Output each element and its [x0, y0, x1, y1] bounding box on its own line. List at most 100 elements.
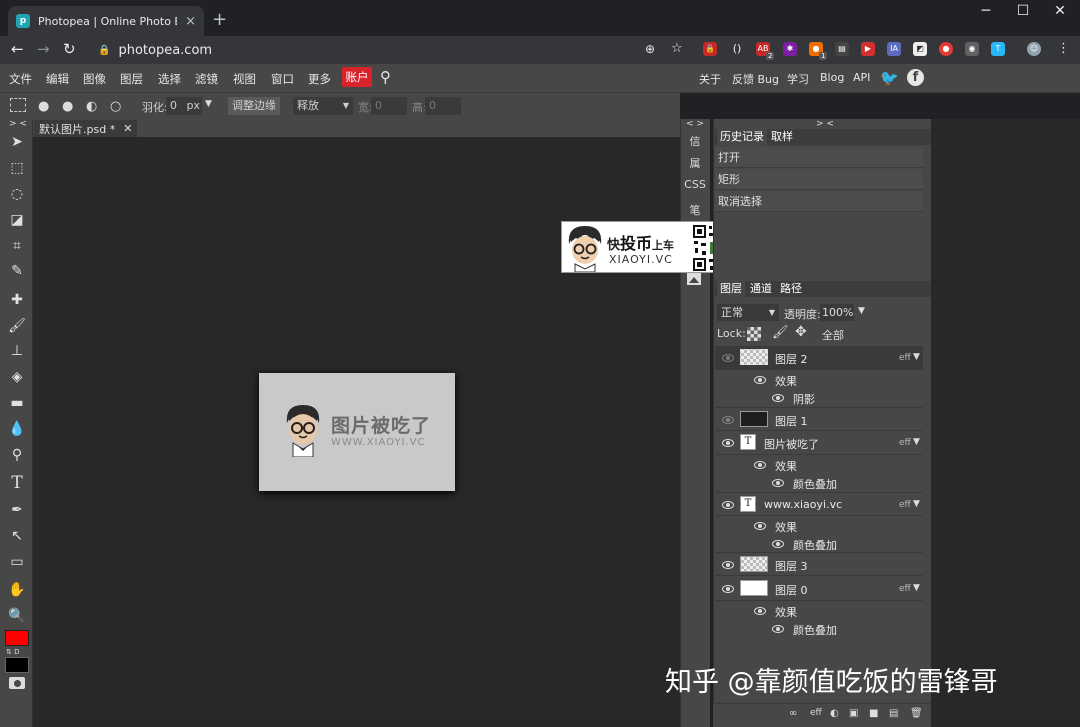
- extension-translate-icon[interactable]: T: [991, 42, 1005, 56]
- effects-row[interactable]: 效果: [715, 517, 923, 535]
- new-layer-icon[interactable]: ▤: [889, 708, 898, 719]
- layer-expand-icon[interactable]: ▼: [913, 499, 920, 509]
- menu-window[interactable]: 窗口: [271, 71, 294, 87]
- facebook-icon[interactable]: f: [907, 69, 924, 86]
- visibility-eye-icon[interactable]: [722, 501, 734, 509]
- quick-mask-icon[interactable]: [9, 677, 25, 689]
- menu-more[interactable]: 更多: [308, 71, 331, 87]
- collapse-mini-toggle[interactable]: < >: [680, 119, 710, 129]
- extension-record-icon[interactable]: ●: [939, 42, 953, 56]
- effect-eye-icon[interactable]: [772, 479, 784, 487]
- menu-api[interactable]: API: [853, 71, 870, 84]
- layer-mask-icon[interactable]: ▣: [849, 708, 858, 719]
- tab-close-icon[interactable]: ×: [185, 14, 196, 29]
- zoom-tool-icon[interactable]: 🔍: [6, 605, 28, 627]
- layer-row[interactable]: 图层 2 eff ▼: [715, 346, 923, 370]
- layer-eff-badge[interactable]: eff: [899, 353, 911, 363]
- new-group-icon[interactable]: ■: [869, 708, 878, 719]
- eraser-icon[interactable]: ◈: [6, 366, 28, 388]
- menu-image[interactable]: 图像: [83, 71, 106, 87]
- menu-learn[interactable]: 学习: [787, 71, 809, 87]
- height-input[interactable]: 0: [425, 97, 461, 115]
- blur-icon[interactable]: 💧: [6, 418, 28, 440]
- visibility-eye-icon[interactable]: [722, 561, 734, 569]
- pen-tool-icon[interactable]: ✒: [6, 499, 28, 521]
- layer-eff-badge[interactable]: eff: [899, 500, 911, 510]
- effect-eye-icon[interactable]: [772, 540, 784, 548]
- effect-eye-icon[interactable]: [772, 625, 784, 633]
- image-panel-icon[interactable]: [687, 273, 701, 285]
- menu-filter[interactable]: 滤镜: [195, 71, 218, 87]
- extension-paren-icon[interactable]: (): [730, 42, 744, 56]
- mini-brush[interactable]: 笔: [680, 202, 710, 218]
- effects-eye-icon[interactable]: [754, 607, 766, 615]
- document-tab-close-icon[interactable]: ✕: [123, 122, 132, 135]
- document-tab[interactable]: 默认图片.psd * ✕: [34, 120, 138, 137]
- menu-blog[interactable]: Blog: [820, 71, 844, 84]
- history-item[interactable]: 打开: [715, 147, 923, 168]
- lock-all-label[interactable]: 全部: [822, 327, 844, 343]
- lock-transparency-icon[interactable]: [747, 327, 761, 341]
- lasso-icon[interactable]: ◌: [6, 183, 28, 205]
- effect-item-row[interactable]: 颜色叠加: [715, 535, 923, 553]
- visibility-eye-icon[interactable]: [722, 439, 734, 447]
- history-item[interactable]: 矩形: [715, 169, 923, 190]
- maximize-button[interactable]: ☐: [1008, 3, 1038, 19]
- menu-report-bug[interactable]: 反馈 Bug: [732, 71, 779, 87]
- tab-history[interactable]: 历史记录: [717, 129, 767, 145]
- tab-layers[interactable]: 图层: [717, 281, 745, 297]
- tab-channels[interactable]: 通道: [747, 281, 775, 297]
- browser-tab[interactable]: p Photopea | Online Photo Edito ×: [8, 6, 204, 36]
- width-input[interactable]: 0: [371, 97, 407, 115]
- selection-new-icon[interactable]: ●: [38, 99, 49, 114]
- layer-row[interactable]: 图层 0 eff ▼: [715, 577, 923, 601]
- menu-about[interactable]: 关于: [699, 71, 721, 87]
- style-select[interactable]: 释放 ▼: [293, 97, 353, 115]
- effects-row[interactable]: 效果: [715, 456, 923, 474]
- minimize-button[interactable]: ─: [971, 3, 1001, 19]
- layer-expand-icon[interactable]: ▼: [913, 583, 920, 593]
- effects-eye-icon[interactable]: [754, 522, 766, 530]
- link-layers-icon[interactable]: ∞: [789, 708, 797, 719]
- swap-colors-icon[interactable]: ⇅ D: [6, 648, 19, 656]
- opacity-input[interactable]: 100%: [820, 304, 854, 321]
- effect-item-row[interactable]: 颜色叠加: [715, 474, 923, 492]
- blend-mode-select[interactable]: 正常 ▼: [717, 304, 779, 321]
- extension-ia-icon[interactable]: IA: [887, 42, 901, 56]
- effect-item-row[interactable]: 阴影: [715, 389, 923, 407]
- visibility-eye-icon[interactable]: [722, 354, 734, 362]
- layer-row[interactable]: T 图片被吃了 eff ▼: [715, 431, 923, 455]
- crop-icon[interactable]: ⌗: [6, 235, 28, 257]
- collapse-right-toggle[interactable]: > <: [816, 119, 834, 129]
- extension-star-icon[interactable]: ✱: [783, 42, 797, 56]
- layer-row[interactable]: T www.xiaoyi.vc eff ▼: [715, 492, 923, 516]
- browser-menu-icon[interactable]: ⋮: [1057, 41, 1070, 56]
- gradient-icon[interactable]: ▬: [6, 392, 28, 414]
- effect-item-row[interactable]: 颜色叠加: [715, 620, 923, 638]
- menu-edit[interactable]: 编辑: [46, 71, 69, 87]
- extension-camera-icon[interactable]: ◉: [965, 42, 979, 56]
- quick-select-icon[interactable]: ◪: [6, 209, 28, 231]
- layer-row[interactable]: 图层 3: [715, 552, 923, 576]
- adjustment-layer-icon[interactable]: ◐: [830, 708, 839, 719]
- selection-subtract-icon[interactable]: ◐: [86, 99, 97, 114]
- mini-info[interactable]: 信: [680, 133, 710, 149]
- bookmark-star-icon[interactable]: ☆: [671, 41, 683, 56]
- address-bar[interactable]: 🔒 photopea.com: [88, 40, 698, 60]
- menu-select[interactable]: 选择: [158, 71, 181, 87]
- tab-paths[interactable]: 路径: [777, 281, 805, 297]
- hand-tool-icon[interactable]: ✋: [6, 579, 28, 601]
- reload-icon[interactable]: ↻: [63, 40, 76, 58]
- effect-eye-icon[interactable]: [772, 394, 784, 402]
- back-arrow-icon[interactable]: ←: [11, 40, 24, 58]
- background-color-swatch[interactable]: [5, 657, 29, 673]
- lock-paint-icon[interactable]: 🖌: [772, 325, 789, 340]
- profile-avatar[interactable]: ☺: [1027, 42, 1041, 56]
- menu-file[interactable]: 文件: [9, 71, 32, 87]
- effects-row[interactable]: 效果: [715, 371, 923, 389]
- menu-layer[interactable]: 图层: [120, 71, 143, 87]
- extension-doc-icon[interactable]: ▤: [835, 42, 849, 56]
- path-select-icon[interactable]: ↖: [6, 525, 28, 547]
- foreground-color-swatch[interactable]: [5, 630, 29, 646]
- tab-swatches[interactable]: 取样: [768, 129, 796, 145]
